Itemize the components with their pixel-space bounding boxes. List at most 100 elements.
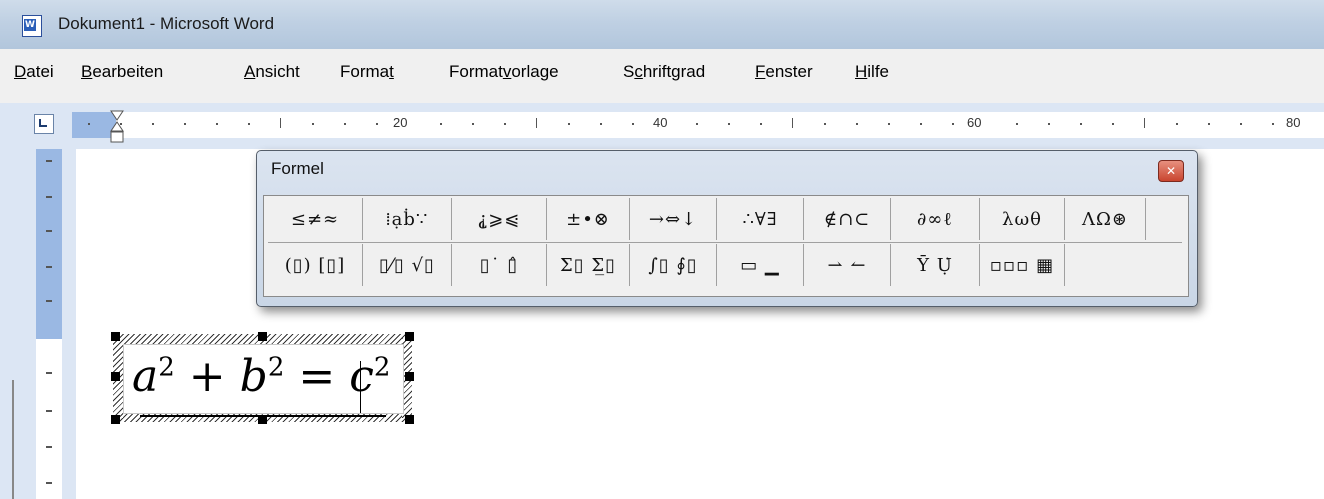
ruler-tick xyxy=(344,123,346,125)
ruler-tick xyxy=(504,123,506,125)
ruler-tick xyxy=(440,123,442,125)
menu-fenster[interactable]: Fenster xyxy=(755,62,813,82)
ruler-tick xyxy=(1272,123,1274,125)
menu-bearbeiten[interactable]: Bearbeiten xyxy=(81,62,163,82)
menu-datei[interactable]: Datei xyxy=(14,62,54,82)
menu-format[interactable]: Format xyxy=(340,62,394,82)
formula-palette: ≤≠≈ ⁞ạḃ∵ ⸘⩾⩿ ±•⊗ →⇔↓ ∴∀∃ ∉∩⊂ ∂∞ℓ λωθ ΛΩ⊛… xyxy=(263,195,1189,297)
ruler-tick xyxy=(184,123,186,125)
relational-symbols-button[interactable]: ≤≠≈ xyxy=(268,198,363,240)
fence-templates-button[interactable]: (▯) [▯] xyxy=(268,244,363,286)
formula-toolbar-title: Formel xyxy=(271,159,324,178)
resize-handle-top-left[interactable] xyxy=(111,332,120,341)
symbol-palette-row: ≤≠≈ ⁞ạḃ∵ ⸘⩾⩿ ±•⊗ →⇔↓ ∴∀∃ ∉∩⊂ ∂∞ℓ λωθ ΛΩ⊛ xyxy=(268,198,1146,242)
ruler-tick xyxy=(632,123,634,125)
subscript-superscript-templates-button[interactable]: ▯˙ ▯̂ xyxy=(452,244,547,286)
integral-templates-button[interactable]: ∫▯ ∮▯ xyxy=(630,244,717,286)
menu-bar: Datei Bearbeiten Ansicht Format Formatvo… xyxy=(0,49,1324,104)
ruler-tick xyxy=(248,123,250,125)
ruler-label-60: 60 xyxy=(967,115,982,130)
window-left-edge xyxy=(12,380,14,499)
vertical-ruler-tick xyxy=(46,372,52,374)
ruler-label-40: 40 xyxy=(653,115,668,130)
resize-handle-right[interactable] xyxy=(405,372,414,381)
vertical-ruler-tick xyxy=(46,482,52,484)
greek-lowercase-button[interactable]: λωθ xyxy=(980,198,1065,240)
ruler-tick xyxy=(536,118,537,128)
resize-handle-left[interactable] xyxy=(111,372,120,381)
resize-handle-bottom-left[interactable] xyxy=(111,415,120,424)
equation-object[interactable]: a2 + b2 = c2 xyxy=(111,332,414,424)
vertical-ruler-tick xyxy=(46,446,52,448)
resize-handle-top[interactable] xyxy=(258,332,267,341)
close-icon[interactable]: ✕ xyxy=(1158,160,1184,182)
ruler-tick xyxy=(1208,123,1210,125)
window-title: Dokument1 - Microsoft Word xyxy=(58,14,275,33)
ruler-label-20: 20 xyxy=(393,115,408,130)
palette-divider xyxy=(268,242,1182,243)
vertical-ruler-tick xyxy=(46,266,52,268)
spaces-ellipses-button[interactable]: ⁞ạḃ∵ xyxy=(363,198,452,240)
ruler-tick xyxy=(728,123,730,125)
ruler-tick xyxy=(376,123,378,125)
menu-formatvorlage[interactable]: Formatvorlage xyxy=(449,62,559,82)
title-bar: W Dokument1 - Microsoft Word xyxy=(0,0,1324,50)
vertical-ruler-tick xyxy=(46,196,52,198)
ruler-label-80: 80 xyxy=(1286,115,1301,130)
ruler-tick xyxy=(600,123,602,125)
vertical-ruler-tick xyxy=(46,230,52,232)
ruler-tick xyxy=(760,123,762,125)
resize-handle-bottom-right[interactable] xyxy=(405,415,414,424)
ruler-strip[interactable] xyxy=(72,112,1324,138)
operator-symbols-button[interactable]: ±•⊗ xyxy=(547,198,630,240)
resize-handle-bottom[interactable] xyxy=(258,415,267,424)
resize-handle-top-right[interactable] xyxy=(405,332,414,341)
embellishments-button[interactable]: ⸘⩾⩿ xyxy=(452,198,547,240)
ruler-tick xyxy=(88,123,90,125)
text-cursor xyxy=(360,361,361,413)
ruler-tick xyxy=(120,123,122,125)
vertical-ruler-tick xyxy=(46,160,52,162)
ruler-tick xyxy=(792,118,793,128)
ruler-tick xyxy=(1176,123,1178,125)
ruler-tick xyxy=(216,123,218,125)
equation-text[interactable]: a2 + b2 = c2 xyxy=(132,351,390,402)
ruler-tick xyxy=(1016,123,1018,125)
ruler-tick xyxy=(824,123,826,125)
summation-templates-button[interactable]: Σ▯ Σ̲▯ xyxy=(547,244,630,286)
labeled-arrow-templates-button[interactable]: ⇀ ↼ xyxy=(804,244,891,286)
matrix-templates-button[interactable]: ▫▫▫ ▦ xyxy=(980,244,1065,286)
equation-editor-area[interactable]: a2 + b2 = c2 xyxy=(123,344,404,417)
ruler-tick xyxy=(952,123,954,125)
fraction-radical-templates-button[interactable]: ▯⁄▯ √▯ xyxy=(363,244,452,286)
misc-symbols-button[interactable]: ∂∞ℓ xyxy=(891,198,980,240)
ruler-tick xyxy=(1112,123,1114,125)
template-palette-row: (▯) [▯] ▯⁄▯ √▯ ▯˙ ▯̂ Σ▯ Σ̲▯ ∫▯ ∮▯ ▭ ▁ ⇀ … xyxy=(268,244,1065,288)
ruler-tick xyxy=(888,123,890,125)
indent-marker-icon[interactable] xyxy=(110,110,124,150)
ruler-tick xyxy=(1144,118,1145,128)
arrow-symbols-button[interactable]: →⇔↓ xyxy=(630,198,717,240)
ruler-tick xyxy=(856,123,858,125)
logical-symbols-button[interactable]: ∴∀∃ xyxy=(717,198,804,240)
menu-schriftgrad[interactable]: Schriftgrad xyxy=(623,62,705,82)
menu-hilfe[interactable]: Hilfe xyxy=(855,62,889,82)
ruler-tick xyxy=(696,123,698,125)
product-set-templates-button[interactable]: Ῡ Ụ̇ xyxy=(891,244,980,286)
vertical-ruler-tick xyxy=(46,410,52,412)
ruler-tick xyxy=(472,123,474,125)
formula-toolbar-window[interactable]: Formel ✕ ≤≠≈ ⁞ạḃ∵ ⸘⩾⩿ ±•⊗ →⇔↓ ∴∀∃ ∉∩⊂ ∂∞… xyxy=(256,150,1198,307)
tab-stop-selector-icon[interactable] xyxy=(34,114,54,134)
ruler-tick xyxy=(1240,123,1242,125)
ruler-tick xyxy=(280,118,281,128)
menu-ansicht[interactable]: Ansicht xyxy=(244,62,300,82)
underbar-overbar-templates-button[interactable]: ▭ ▁ xyxy=(717,244,804,286)
vertical-ruler-margin xyxy=(36,149,62,339)
ruler-tick xyxy=(1048,123,1050,125)
ruler-tick xyxy=(152,123,154,125)
set-theory-symbols-button[interactable]: ∉∩⊂ xyxy=(804,198,891,240)
vertical-ruler-tick xyxy=(46,300,52,302)
ruler-tick xyxy=(920,123,922,125)
greek-uppercase-button[interactable]: ΛΩ⊛ xyxy=(1065,198,1146,240)
word-document-icon[interactable]: W xyxy=(22,15,42,37)
